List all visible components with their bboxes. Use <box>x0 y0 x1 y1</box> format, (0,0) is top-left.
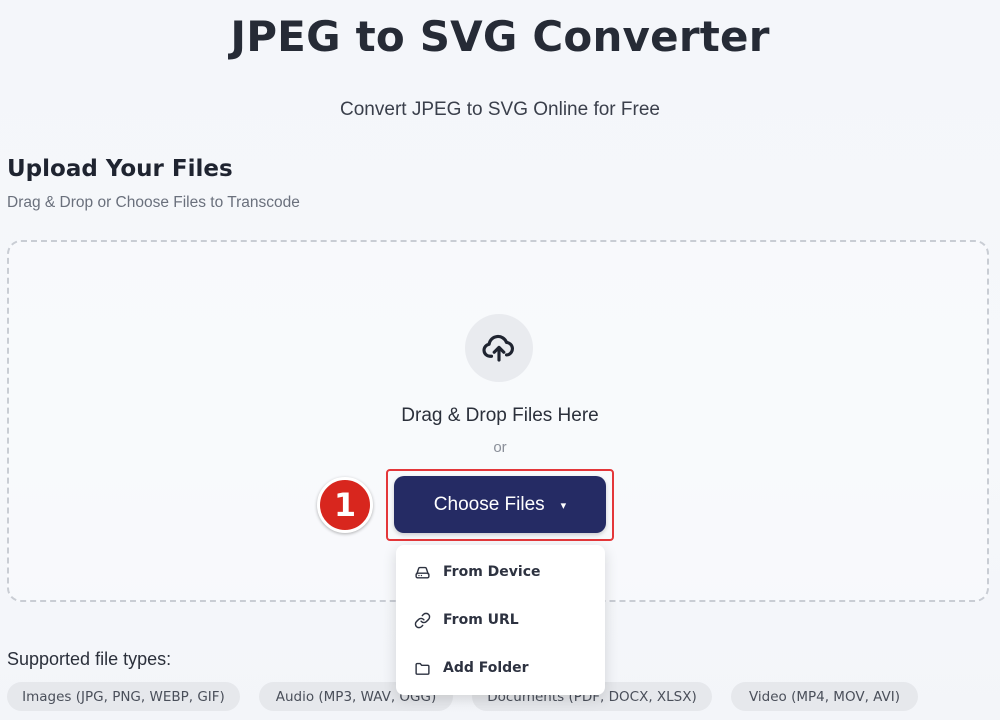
file-type-chip-images: Images (JPG, PNG, WEBP, GIF) <box>7 682 240 711</box>
cloud-upload-icon <box>465 314 533 382</box>
choose-files-menu: From Device From URL Add Folder <box>396 545 605 695</box>
choose-files-button[interactable]: Choose Files ▾ <box>394 476 606 533</box>
menu-item-label: From URL <box>443 612 519 628</box>
supported-types-label: Supported file types: <box>7 649 172 669</box>
upload-subheading: Drag & Drop or Choose Files to Transcode <box>7 194 300 211</box>
step-number-badge: 1 <box>317 477 373 533</box>
menu-item-from-url[interactable]: From URL <box>396 598 605 642</box>
page-subtitle: Convert JPEG to SVG Online for Free <box>340 99 660 120</box>
choose-files-label: Choose Files <box>433 493 545 515</box>
menu-item-label: Add Folder <box>443 660 529 676</box>
drop-files-text: Drag & Drop Files Here <box>401 405 599 426</box>
file-type-chip-video: Video (MP4, MOV, AVI) <box>731 682 918 711</box>
caret-down-icon: ▾ <box>560 500 567 512</box>
link-icon <box>413 611 431 629</box>
menu-item-label: From Device <box>443 564 541 580</box>
upload-heading: Upload Your Files <box>7 156 233 182</box>
hard-drive-icon <box>413 563 431 581</box>
menu-item-add-folder[interactable]: Add Folder <box>396 646 605 690</box>
folder-icon <box>413 659 431 677</box>
page-title: JPEG to SVG Converter <box>230 12 770 61</box>
menu-item-from-device[interactable]: From Device <box>396 550 605 594</box>
or-separator: or <box>493 439 507 456</box>
